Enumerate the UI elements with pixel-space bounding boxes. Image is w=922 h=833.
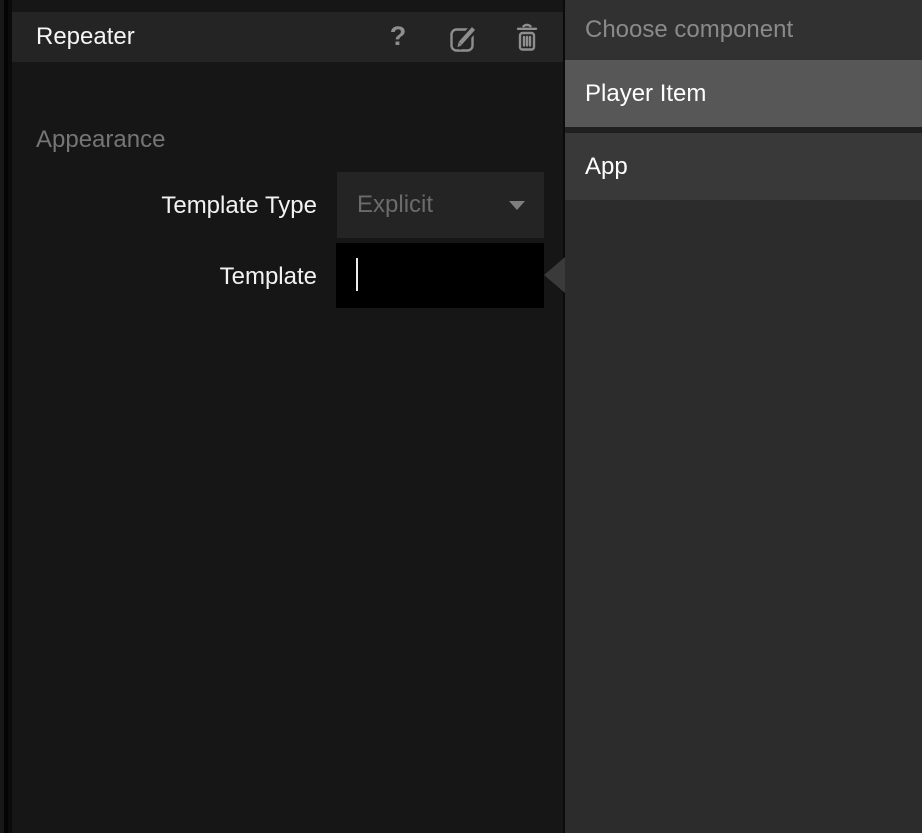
template-type-label: Template Type bbox=[100, 192, 317, 220]
edit-icon bbox=[449, 23, 479, 52]
page-title: Repeater bbox=[36, 12, 135, 62]
edit-button[interactable] bbox=[449, 23, 479, 52]
chevron-down-icon bbox=[509, 201, 525, 210]
trash-icon bbox=[515, 22, 539, 52]
inspector-panel: Repeater ? bbox=[12, 0, 563, 833]
component-chooser-popover: Choose component Player Item App bbox=[565, 0, 922, 833]
template-type-dropdown[interactable]: Explicit bbox=[337, 172, 544, 238]
section-title-appearance: Appearance bbox=[36, 126, 165, 154]
component-option-app[interactable]: App bbox=[565, 133, 922, 200]
inspector-header: Repeater ? bbox=[12, 12, 563, 62]
text-cursor bbox=[356, 258, 358, 291]
component-option-player-item[interactable]: Player Item bbox=[565, 60, 922, 127]
template-label: Template bbox=[100, 263, 317, 291]
template-input[interactable] bbox=[336, 243, 544, 308]
dropdown-selected-value: Explicit bbox=[357, 172, 433, 238]
popover-arrow bbox=[544, 257, 565, 293]
help-button[interactable]: ? bbox=[376, 12, 420, 62]
delete-button[interactable] bbox=[515, 22, 539, 52]
canvas-edge bbox=[0, 0, 8, 833]
choose-component-header: Choose component bbox=[565, 0, 922, 60]
help-icon: ? bbox=[390, 21, 407, 51]
